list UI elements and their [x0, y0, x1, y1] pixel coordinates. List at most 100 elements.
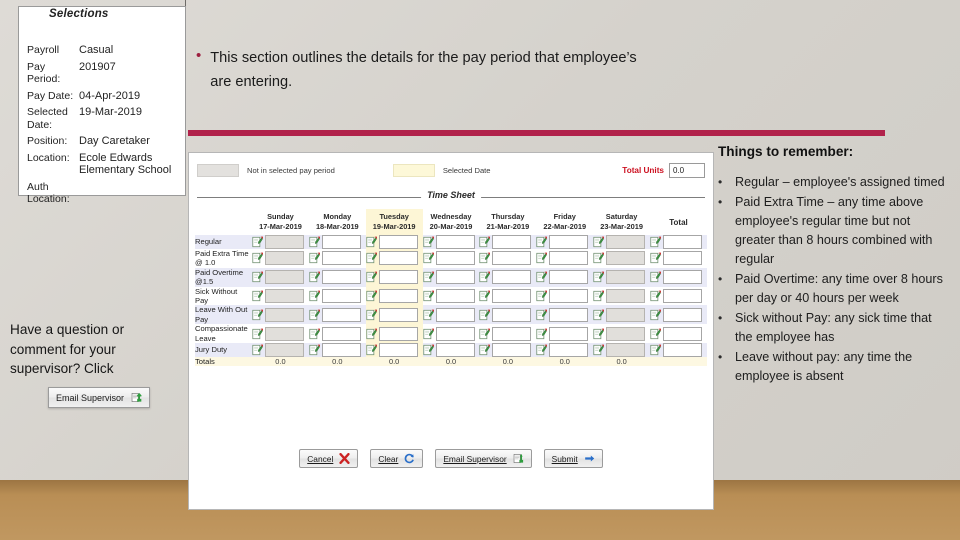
edit-cell-icon[interactable] — [252, 290, 264, 302]
row-total-input[interactable] — [663, 235, 703, 249]
row-total-input[interactable] — [663, 270, 703, 285]
edit-cell-icon[interactable] — [366, 236, 377, 248]
hours-input[interactable] — [492, 251, 532, 266]
row-total-input[interactable] — [663, 343, 703, 358]
hours-input[interactable] — [492, 343, 532, 358]
clear-button[interactable]: Clear — [370, 449, 424, 468]
edit-cell-icon[interactable] — [479, 328, 491, 340]
edit-cell-icon[interactable] — [650, 252, 662, 264]
hours-input[interactable] — [378, 307, 418, 322]
row-total-input[interactable] — [663, 289, 703, 304]
edit-cell-icon[interactable] — [536, 252, 548, 264]
edit-cell-icon[interactable] — [479, 236, 491, 248]
hours-input[interactable] — [435, 307, 475, 322]
hours-input[interactable] — [492, 307, 532, 322]
hours-input[interactable] — [321, 235, 361, 249]
edit-cell-icon[interactable] — [252, 271, 264, 283]
hours-input[interactable] — [378, 289, 418, 304]
hours-input[interactable] — [549, 270, 589, 285]
email-supervisor-button[interactable]: Email Supervisor — [435, 449, 532, 468]
hours-input[interactable] — [265, 343, 305, 358]
edit-cell-icon[interactable] — [593, 271, 605, 283]
edit-cell-icon[interactable] — [536, 328, 548, 340]
edit-cell-icon[interactable] — [536, 309, 548, 321]
edit-cell-icon[interactable] — [536, 290, 548, 302]
hours-input[interactable] — [492, 326, 532, 341]
edit-cell-icon[interactable] — [422, 328, 434, 340]
edit-cell-icon[interactable] — [366, 309, 377, 321]
edit-cell-icon[interactable] — [422, 271, 434, 283]
hours-input[interactable] — [435, 326, 475, 341]
edit-cell-icon[interactable] — [650, 236, 662, 248]
hours-input[interactable] — [606, 251, 646, 266]
row-total-input[interactable] — [663, 307, 703, 322]
hours-input[interactable] — [606, 326, 646, 341]
row-total-input[interactable] — [663, 251, 703, 266]
edit-cell-icon[interactable] — [309, 290, 320, 302]
hours-input[interactable] — [378, 251, 418, 266]
edit-cell-icon[interactable] — [366, 252, 377, 264]
hours-input[interactable] — [435, 343, 475, 358]
edit-cell-icon[interactable] — [593, 290, 605, 302]
edit-cell-icon[interactable] — [252, 252, 264, 264]
edit-cell-icon[interactable] — [593, 328, 605, 340]
edit-cell-icon[interactable] — [309, 271, 320, 283]
edit-cell-icon[interactable] — [309, 344, 320, 356]
edit-cell-icon[interactable] — [650, 271, 662, 283]
edit-cell-icon[interactable] — [366, 271, 377, 283]
edit-cell-icon[interactable] — [366, 290, 377, 302]
hours-input[interactable] — [435, 289, 475, 304]
edit-cell-icon[interactable] — [536, 271, 548, 283]
edit-cell-icon[interactable] — [309, 252, 320, 264]
edit-cell-icon[interactable] — [650, 309, 662, 321]
hours-input[interactable] — [321, 307, 361, 322]
hours-input[interactable] — [378, 343, 418, 358]
email-supervisor-floating-button[interactable]: Email Supervisor — [48, 387, 151, 408]
hours-input[interactable] — [549, 326, 589, 341]
hours-input[interactable] — [265, 326, 305, 341]
hours-input[interactable] — [492, 235, 532, 249]
hours-input[interactable] — [265, 289, 305, 304]
hours-input[interactable] — [378, 235, 418, 249]
edit-cell-icon[interactable] — [252, 236, 264, 248]
edit-cell-icon[interactable] — [309, 236, 320, 248]
edit-cell-icon[interactable] — [593, 236, 605, 248]
hours-input[interactable] — [492, 270, 532, 285]
cancel-button[interactable]: Cancel — [299, 449, 359, 468]
edit-cell-icon[interactable] — [252, 344, 264, 356]
hours-input[interactable] — [549, 251, 589, 266]
edit-cell-icon[interactable] — [536, 236, 548, 248]
row-total-input[interactable] — [663, 326, 703, 341]
edit-cell-icon[interactable] — [650, 290, 662, 302]
edit-cell-icon[interactable] — [422, 309, 434, 321]
edit-cell-icon[interactable] — [650, 328, 662, 340]
edit-cell-icon[interactable] — [479, 252, 491, 264]
hours-input[interactable] — [265, 270, 305, 285]
hours-input[interactable] — [321, 289, 361, 304]
hours-input[interactable] — [321, 326, 361, 341]
hours-input[interactable] — [606, 235, 646, 249]
edit-cell-icon[interactable] — [252, 328, 264, 340]
edit-cell-icon[interactable] — [252, 309, 264, 321]
hours-input[interactable] — [378, 270, 418, 285]
submit-button[interactable]: Submit — [543, 449, 603, 468]
edit-cell-icon[interactable] — [593, 252, 605, 264]
edit-cell-icon[interactable] — [422, 252, 434, 264]
hours-input[interactable] — [549, 307, 589, 322]
hours-input[interactable] — [265, 307, 305, 322]
hours-input[interactable] — [321, 270, 361, 285]
edit-cell-icon[interactable] — [650, 344, 662, 356]
hours-input[interactable] — [378, 326, 418, 341]
hours-input[interactable] — [265, 251, 305, 266]
edit-cell-icon[interactable] — [422, 236, 434, 248]
hours-input[interactable] — [435, 251, 475, 266]
hours-input[interactable] — [492, 289, 532, 304]
edit-cell-icon[interactable] — [479, 290, 491, 302]
hours-input[interactable] — [549, 235, 589, 249]
hours-input[interactable] — [321, 251, 361, 266]
hours-input[interactable] — [606, 289, 646, 304]
edit-cell-icon[interactable] — [422, 344, 434, 356]
total-units-field[interactable]: 0.0 — [669, 162, 705, 178]
hours-input[interactable] — [265, 235, 305, 249]
hours-input[interactable] — [606, 307, 646, 322]
